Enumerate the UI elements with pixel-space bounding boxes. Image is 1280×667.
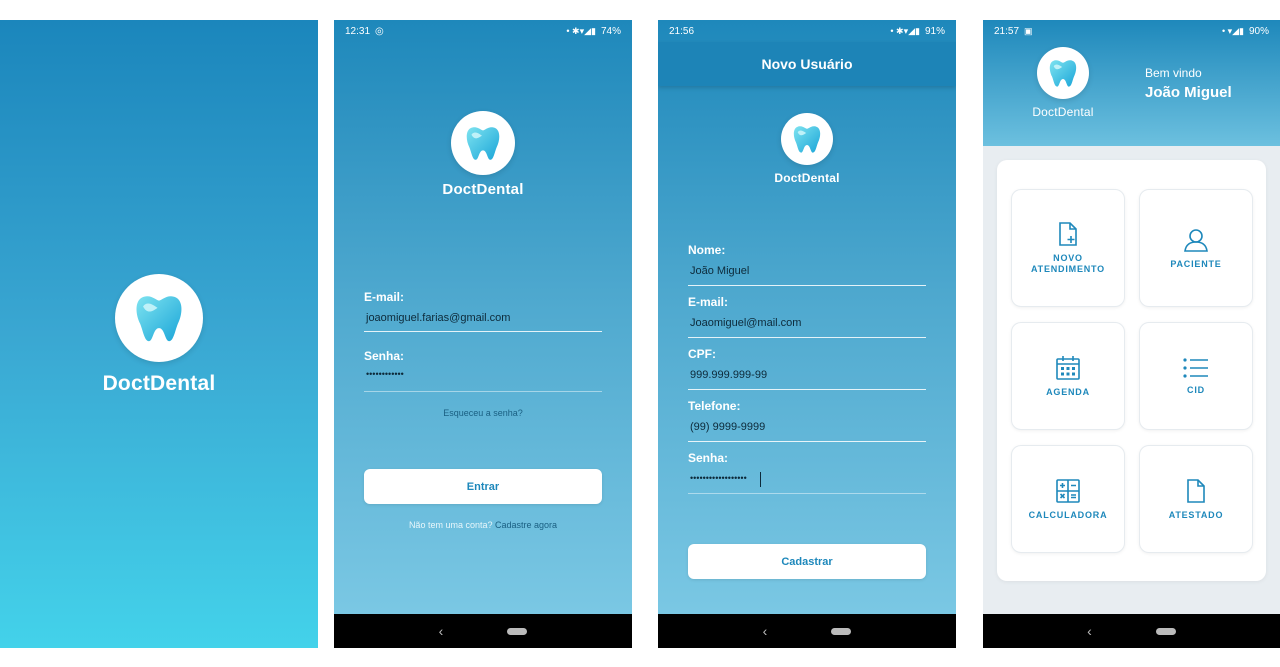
signup-link[interactable]: Cadastre agora xyxy=(495,520,557,530)
tile-novo-atendimento[interactable]: NOVO ATENDIMENTO xyxy=(1011,189,1125,307)
splash-screen: DoctDental xyxy=(0,20,318,648)
status-bar: 21:56 • ✱▾◢▮ 91% xyxy=(658,20,956,42)
register-screen: 21:56 • ✱▾◢▮ 91% Novo Usuário DoctDental … xyxy=(658,20,956,648)
brand-name: DoctDental xyxy=(1032,105,1094,119)
app-bar: Novo Usuário xyxy=(658,42,956,86)
tile-label: NOVO ATENDIMENTO xyxy=(1031,253,1105,274)
brand-name: DoctDental xyxy=(442,181,524,198)
system-nav-bar: ‹ xyxy=(983,614,1280,648)
password-field[interactable]: •••••••••••• xyxy=(366,369,404,379)
home-pill-icon[interactable] xyxy=(507,627,528,635)
forgot-password-link[interactable]: Esqueceu a senha? xyxy=(334,408,632,418)
new-document-icon xyxy=(1059,222,1077,246)
email-label: E-mail: xyxy=(364,290,405,304)
home-pill-icon[interactable] xyxy=(1155,627,1176,635)
status-time: 21:56 xyxy=(669,25,695,37)
text-cursor xyxy=(760,472,761,487)
user-name: João Miguel xyxy=(1145,84,1232,101)
name-label: Nome: xyxy=(688,243,726,257)
welcome-text: Bem vindo xyxy=(1145,66,1202,80)
status-bar: 21:57 ▣ • ▾◢▮ 90% xyxy=(983,20,1280,42)
tile-agenda[interactable]: AGENDA xyxy=(1011,322,1125,430)
system-nav-bar: ‹ xyxy=(658,614,956,648)
tile-cid[interactable]: CID xyxy=(1139,322,1253,430)
tooth-icon xyxy=(790,122,824,156)
calendar-icon xyxy=(1056,355,1080,380)
battery-level: 90% xyxy=(1248,25,1269,37)
enter-button[interactable]: Entrar xyxy=(364,469,602,504)
tile-calculadora[interactable]: CALCULADORA xyxy=(1011,445,1125,553)
back-icon[interactable]: ‹ xyxy=(763,623,768,639)
cpf-underline xyxy=(688,389,926,390)
email-underline xyxy=(688,337,926,338)
battery-level: 74% xyxy=(600,25,621,37)
register-button[interactable]: Cadastrar xyxy=(688,544,926,579)
tile-label: ATESTADO xyxy=(1168,509,1224,520)
list-icon xyxy=(1183,357,1208,378)
no-account-text: Não tem uma conta? xyxy=(408,520,493,530)
app-logo xyxy=(781,113,833,165)
status-bar: 12:31 ◎ • ✱▾◢▮ 74% xyxy=(334,20,632,42)
password-underline xyxy=(364,391,602,392)
document-icon xyxy=(1187,478,1205,503)
signal-icons: • ✱▾◢▮ xyxy=(566,25,596,36)
cpf-label: CPF: xyxy=(688,347,716,361)
back-icon[interactable]: ‹ xyxy=(1087,623,1092,639)
image-notification-icon: ▣ xyxy=(1024,25,1033,36)
email-label: E-mail: xyxy=(688,295,729,309)
app-logo xyxy=(115,274,203,362)
status-time: 12:31 xyxy=(345,25,371,37)
sync-icon: ◎ xyxy=(375,25,384,37)
email-field[interactable]: joaomiguel.farias@gmail.com xyxy=(366,312,510,324)
status-time: 21:57 xyxy=(994,25,1020,37)
tooth-icon xyxy=(130,289,188,347)
login-screen: 12:31 ◎ • ✱▾◢▮ 74% DoctDental E-mail: joao… xyxy=(334,20,632,648)
app-logo xyxy=(1037,47,1089,99)
brand-name: DoctDental xyxy=(102,372,216,395)
tile-label: PACIENTE xyxy=(1170,258,1222,269)
battery-level: 91% xyxy=(924,25,945,37)
phone-label: Telefone: xyxy=(688,399,741,413)
password-underline xyxy=(688,493,926,494)
tile-paciente[interactable]: PACIENTE xyxy=(1139,189,1253,307)
signal-icons: • ▾◢▮ xyxy=(1221,25,1244,36)
signup-prompt: Não tem uma conta? Cadastre agora xyxy=(334,520,632,530)
password-label: Senha: xyxy=(688,451,729,465)
tile-atestado[interactable]: ATESTADO xyxy=(1139,445,1253,553)
screen-title: Novo Usuário xyxy=(761,56,853,72)
system-nav-bar: ‹ xyxy=(334,614,632,648)
tile-label: CALCULADORA xyxy=(1028,509,1108,520)
dashboard-screen: 21:57 ▣ • ▾◢▮ 90% DoctDental Bem vindo Joã… xyxy=(983,20,1280,648)
tooth-icon xyxy=(1046,56,1080,90)
back-icon[interactable]: ‹ xyxy=(439,623,444,639)
name-field[interactable]: João Miguel xyxy=(690,265,749,277)
user-icon xyxy=(1184,228,1208,252)
password-field[interactable]: •••••••••••••••••• xyxy=(690,473,747,483)
calculator-icon xyxy=(1056,478,1080,503)
email-field[interactable]: Joaomiguel@mail.com xyxy=(690,317,801,329)
name-underline xyxy=(688,285,926,286)
cpf-field[interactable]: 999.999.999-99 xyxy=(690,369,767,381)
password-label: Senha: xyxy=(364,349,405,363)
tooth-icon xyxy=(462,122,504,164)
tile-label: CID xyxy=(1187,384,1205,395)
phone-underline xyxy=(688,441,926,442)
app-logo xyxy=(451,111,515,175)
signal-icons: • ✱▾◢▮ xyxy=(890,25,920,36)
brand-name: DoctDental xyxy=(774,171,840,185)
email-underline xyxy=(364,331,602,332)
tile-label: AGENDA xyxy=(1046,386,1090,397)
phone-field[interactable]: (99) 9999-9999 xyxy=(690,421,765,433)
home-pill-icon[interactable] xyxy=(831,627,852,635)
